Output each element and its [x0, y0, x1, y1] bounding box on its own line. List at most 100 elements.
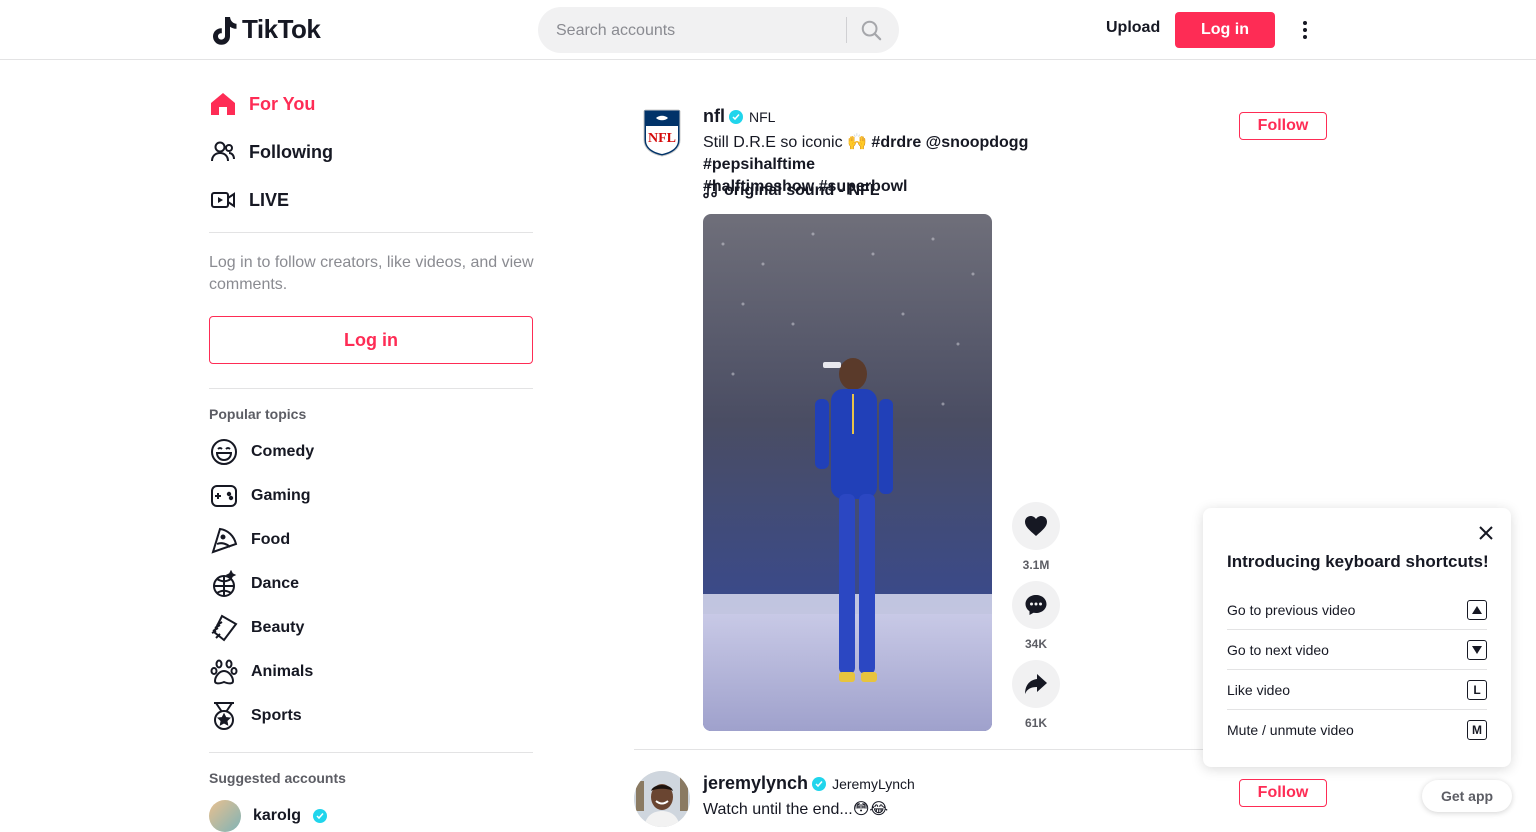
nav-label: For You	[249, 93, 316, 114]
nfl-shield-icon: NFL	[634, 104, 690, 160]
shortcut-label: Like video	[1227, 681, 1291, 698]
search-divider	[846, 17, 847, 43]
username-text: nfl	[703, 106, 725, 126]
search-bar	[538, 7, 899, 55]
topic-gaming[interactable]: Gaming	[209, 480, 311, 512]
shortcut-row: Mute / unmute video M	[1227, 710, 1487, 750]
like-action[interactable]: 3.1M	[1012, 502, 1060, 572]
topic-label: Gaming	[251, 487, 311, 504]
follow-button[interactable]: Follow	[1239, 779, 1327, 807]
topic-label: Dance	[251, 575, 300, 592]
username-text: jeremylynch	[703, 773, 809, 793]
keyboard-shortcuts-popup: Introducing keyboard shortcuts! Go to pr…	[1203, 508, 1511, 767]
get-app-button[interactable]: Get app	[1422, 780, 1512, 812]
key-l: L	[1467, 679, 1487, 700]
heart-icon[interactable]	[1012, 502, 1060, 550]
post-username[interactable]: jeremylynch JeremyLynch	[703, 773, 915, 794]
laugh-icon	[209, 437, 239, 467]
users-icon	[209, 138, 237, 166]
topic-label: Sports	[251, 707, 302, 724]
svg-text:NFL: NFL	[648, 131, 676, 146]
post-sound[interactable]: original sound - NFL	[703, 182, 880, 200]
login-hint-text: Log in to follow creators, like videos, …	[209, 254, 534, 293]
topic-animals[interactable]: Animals	[209, 656, 313, 688]
suggested-accounts-title: Suggested accounts	[209, 770, 346, 786]
popup-title: Introducing keyboard shortcuts!	[1227, 552, 1489, 571]
shortcut-row: Like video L	[1227, 670, 1487, 710]
comment-count: 34K	[1024, 637, 1047, 651]
sidebar-divider	[209, 232, 533, 233]
avatar[interactable]	[634, 771, 690, 827]
pizza-icon	[209, 525, 239, 555]
gamepad-icon	[209, 481, 239, 511]
video-player[interactable]	[703, 214, 992, 731]
logo-text: TikTok	[242, 14, 321, 44]
header-login-button[interactable]: Log in	[1175, 12, 1275, 48]
shortcut-label: Go to next video	[1227, 641, 1329, 658]
music-note-icon	[703, 183, 717, 199]
suggested-account-name: karolg	[253, 807, 302, 824]
topic-comedy[interactable]: Comedy	[209, 436, 314, 468]
topic-beauty[interactable]: Beauty	[209, 612, 304, 644]
top-header: TikTok Upload Log in	[0, 0, 1536, 60]
shortcut-row: Go to previous video	[1227, 590, 1487, 630]
caption-text: Still D.R.E so iconic 🙌	[703, 134, 867, 151]
nav-label: LIVE	[249, 189, 290, 210]
upload-link[interactable]: Upload	[1106, 19, 1160, 37]
key-up-icon	[1467, 599, 1487, 620]
share-count: 61K	[1024, 716, 1047, 730]
more-menu-icon[interactable]	[1296, 18, 1314, 42]
medal-icon	[209, 701, 239, 731]
shortcut-label: Go to previous video	[1227, 601, 1356, 618]
verified-icon	[729, 109, 743, 124]
live-camera-icon	[209, 186, 237, 214]
sidebar-divider	[209, 752, 533, 753]
avatar[interactable]: NFL	[634, 104, 690, 160]
post-nickname: JeremyLynch	[832, 775, 915, 792]
suggested-account[interactable]: karolg	[209, 800, 328, 832]
nav-label: Following	[249, 141, 333, 162]
verified-icon	[812, 776, 827, 791]
home-icon	[209, 90, 237, 118]
topic-label: Comedy	[251, 443, 315, 460]
sound-name: original sound - NFL	[724, 182, 880, 199]
nav-live[interactable]: LIVE	[209, 184, 289, 216]
caption-text: Watch until the end...😳😂	[703, 801, 889, 818]
sidebar-login-button[interactable]: Log in	[209, 316, 533, 364]
comment-action[interactable]: 34K	[1012, 581, 1060, 651]
share-icon[interactable]	[1012, 660, 1060, 708]
avatar-photo	[634, 771, 690, 827]
topic-food[interactable]: Food	[209, 524, 290, 556]
close-icon[interactable]	[1477, 524, 1495, 542]
disco-ball-icon	[209, 569, 239, 599]
popular-topics-title: Popular topics	[209, 406, 307, 422]
comment-icon[interactable]	[1012, 581, 1060, 629]
topic-dance[interactable]: Dance	[209, 568, 299, 600]
verified-icon	[313, 809, 328, 823]
topic-sports[interactable]: Sports	[209, 700, 302, 732]
follow-button[interactable]: Follow	[1239, 112, 1327, 140]
key-down-icon	[1467, 639, 1487, 660]
tiktok-logo[interactable]: TikTok	[212, 14, 321, 45]
search-input[interactable]	[554, 7, 838, 55]
key-m: M	[1467, 720, 1487, 740]
topic-label: Beauty	[251, 619, 305, 636]
paw-icon	[209, 657, 239, 687]
video-frame	[703, 214, 992, 731]
nav-for-you[interactable]: For You	[209, 88, 315, 120]
topic-label: Food	[251, 531, 291, 548]
post-caption: Watch until the end...😳😂	[703, 799, 1143, 821]
shortcut-label: Mute / unmute video	[1227, 722, 1354, 738]
sidebar-divider	[209, 388, 533, 389]
search-icon	[861, 20, 882, 41]
avatar	[209, 800, 241, 832]
topic-label: Animals	[251, 663, 314, 680]
feed-divider	[634, 749, 1214, 750]
like-count: 3.1M	[1022, 558, 1050, 572]
post-username[interactable]: nfl NFL	[703, 106, 775, 127]
search-button[interactable]	[856, 15, 886, 45]
share-action[interactable]: 61K	[1012, 660, 1060, 730]
nav-following[interactable]: Following	[209, 136, 333, 168]
comb-icon	[209, 613, 239, 643]
tiktok-note-icon	[213, 16, 237, 45]
